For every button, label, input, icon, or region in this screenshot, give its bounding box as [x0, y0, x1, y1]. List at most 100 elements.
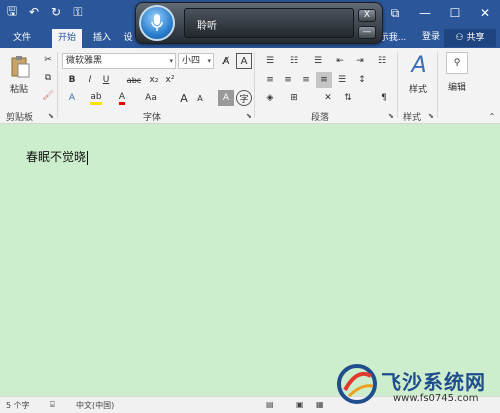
chevron-down-icon: ▾ [207, 57, 211, 65]
quick-access-toolbar: 🖫 ↶ ↻ ⚿ [2, 2, 88, 22]
person-icon: ⚇ [455, 33, 467, 43]
font-name-combo[interactable]: 微软雅黑 ▾ [62, 53, 176, 69]
styles-icon[interactable]: A [406, 52, 432, 78]
ribbon-home: 粘贴 ✂ ⧉ 🖌 剪贴板 ⬊ 微软雅黑 ▾ 小四 ▾ A̸ A B I U ab… [0, 48, 500, 124]
cut-icon[interactable]: ✂ [40, 52, 56, 68]
share-button[interactable]: ⚇ 共享 [444, 29, 496, 47]
superscript-button[interactable]: x² [162, 72, 178, 88]
shading-icon[interactable]: ◈ [262, 90, 278, 106]
copy-icon[interactable]: ⧉ [40, 70, 56, 86]
show-marks-icon[interactable]: ¶ [376, 90, 392, 106]
paste-icon[interactable] [8, 54, 32, 80]
editing-button-label[interactable]: 编辑 [448, 80, 466, 93]
maximize-button[interactable]: ☐ [440, 0, 470, 26]
tab-file[interactable]: 文件 [8, 29, 36, 48]
document-text[interactable]: 春眠不觉晓 [26, 148, 89, 165]
font-launcher-icon[interactable]: ⬊ [246, 112, 252, 120]
tab-insert[interactable]: 插入 [88, 29, 116, 48]
bold-button[interactable]: B [64, 72, 80, 88]
microphone-button[interactable] [139, 5, 175, 41]
speech-close-button[interactable]: X [358, 9, 376, 22]
structure-icon[interactable]: ⚿ [68, 2, 88, 22]
minimize-button[interactable]: — [410, 0, 440, 26]
chinese-layout-icon[interactable]: ☷ [374, 53, 390, 69]
asian-layout-icon[interactable]: ✕ [320, 90, 336, 106]
font-size-combo[interactable]: 小四 ▾ [178, 53, 214, 69]
italic-button[interactable]: I [82, 72, 98, 88]
tab-design[interactable]: 设 [122, 29, 134, 48]
web-layout-icon[interactable]: ▦ [316, 400, 324, 409]
group-divider [437, 52, 438, 118]
line-spacing-icon[interactable]: ↕ [354, 72, 370, 88]
font-size-value: 小四 [182, 56, 201, 66]
font-group-label: 字体 [143, 113, 162, 123]
login-link[interactable]: 登录 [422, 30, 440, 45]
distributed-icon[interactable]: ☰ [334, 72, 350, 88]
font-name-value: 微软雅黑 [66, 56, 103, 66]
text-caret [87, 150, 89, 165]
styles-button-label[interactable]: 样式 [409, 82, 427, 95]
group-divider [397, 52, 398, 118]
character-border-icon[interactable]: A [236, 53, 252, 69]
group-divider [57, 52, 58, 118]
speech-minimize-button[interactable]: — [358, 26, 376, 39]
grow-font-icon[interactable]: A [176, 90, 192, 106]
save-icon[interactable]: 🖫 [2, 2, 22, 22]
clipboard-launcher-icon[interactable]: ⬊ [48, 112, 54, 120]
speech-recognition-bar: 聆听 X — [135, 2, 383, 44]
bullets-icon[interactable]: ☰ [262, 53, 278, 69]
share-label: 共享 [466, 33, 485, 43]
close-button[interactable]: ✕ [470, 0, 500, 26]
text-effects-icon[interactable]: A [64, 90, 80, 106]
highlight-icon[interactable]: ab [88, 90, 104, 106]
proofing-icon[interactable]: ⌸ [50, 400, 55, 410]
watermark-url: www.fs0745.com [393, 393, 479, 404]
numbering-icon[interactable]: ☷ [286, 53, 302, 69]
paragraph-launcher-icon[interactable]: ⬊ [388, 112, 394, 120]
font-color-icon[interactable]: A [114, 90, 130, 106]
redo-icon[interactable]: ↻ [46, 2, 66, 22]
speech-status-text: 聆听 [197, 21, 217, 32]
subscript-button[interactable]: x₂ [146, 72, 162, 88]
watermark-brand: 飞沙系统网 [381, 370, 486, 394]
align-left-icon[interactable]: ≡ [262, 72, 278, 88]
speech-status-box: 聆听 [184, 8, 354, 38]
justify-icon[interactable]: ≡ [316, 72, 332, 88]
shrink-font-icon[interactable]: A [192, 90, 208, 106]
enclose-characters-icon[interactable]: 字 [236, 90, 252, 106]
strikethrough-button[interactable]: abc [124, 72, 144, 88]
clipboard-group-label: 剪贴板 [6, 113, 34, 123]
find-icon[interactable]: ⚲ [446, 52, 468, 74]
format-painter-icon[interactable]: 🖌 [40, 88, 56, 104]
document-area[interactable]: 春眠不觉晓 [0, 124, 500, 396]
word-count[interactable]: 5 个字 [6, 400, 30, 411]
undo-icon[interactable]: ↶ [24, 2, 44, 22]
tab-home[interactable]: 开始 [52, 29, 82, 48]
paragraph-group-label: 段落 [311, 113, 330, 123]
sort-icon[interactable]: ⇅ [340, 90, 356, 106]
multilevel-list-icon[interactable]: ☰ [310, 53, 326, 69]
collapse-ribbon-icon[interactable]: ⌃ [484, 108, 500, 124]
clear-formatting-icon[interactable]: A̸ [218, 53, 234, 69]
language-indicator[interactable]: 中文(中国) [76, 400, 114, 411]
print-layout-icon[interactable]: ▣ [296, 400, 304, 409]
window-controls: ⧉ — ☐ ✕ [380, 0, 500, 26]
underline-button[interactable]: U [98, 72, 114, 88]
read-mode-icon[interactable]: ▤ [266, 400, 274, 409]
group-divider [254, 52, 255, 118]
decrease-indent-icon[interactable]: ⇤ [332, 53, 348, 69]
styles-launcher-icon[interactable]: ⬊ [428, 112, 434, 120]
align-center-icon[interactable]: ≡ [280, 72, 296, 88]
borders-icon[interactable]: ⊞ [286, 90, 302, 106]
chevron-down-icon: ▾ [169, 57, 173, 65]
character-shading-icon[interactable]: A [218, 90, 234, 106]
ribbon-display-button[interactable]: ⧉ [380, 0, 410, 26]
change-case-button[interactable]: Aa [140, 90, 162, 106]
watermark: 飞沙系统网 www.fs0745.com [335, 362, 497, 410]
increase-indent-icon[interactable]: ⇥ [352, 53, 368, 69]
document-body-text: 春眠不觉晓 [26, 150, 87, 164]
site-logo-icon [337, 364, 377, 404]
paste-label[interactable]: 粘贴 [10, 82, 28, 95]
align-right-icon[interactable]: ≡ [298, 72, 314, 88]
styles-group-label: 样式 [403, 113, 422, 123]
